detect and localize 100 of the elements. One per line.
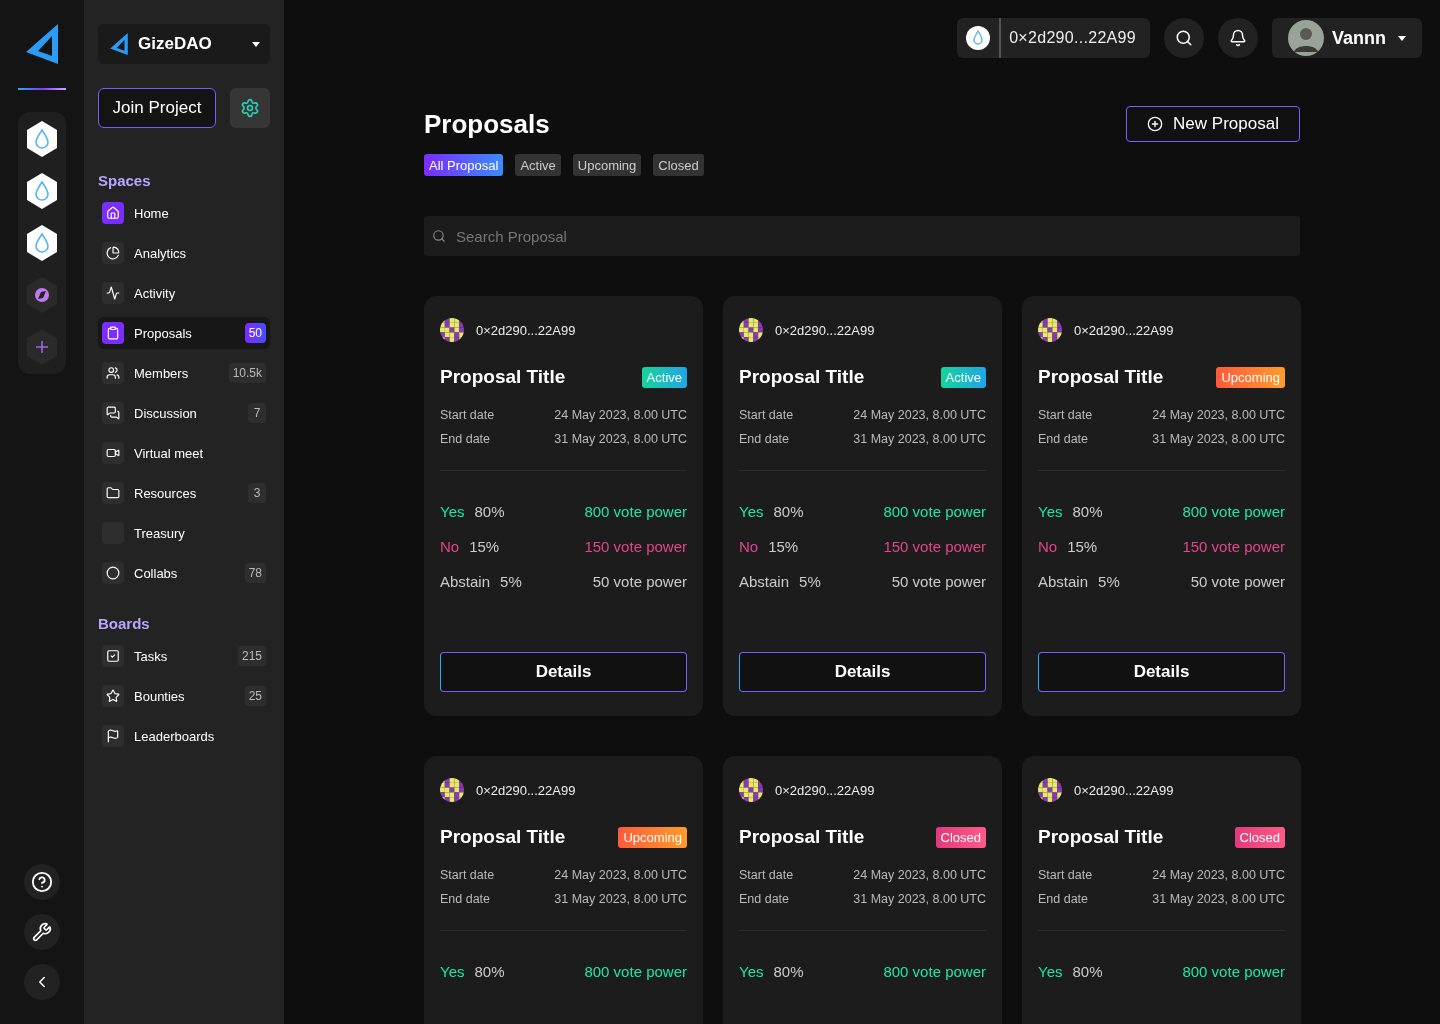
vote-label: No — [440, 538, 460, 555]
sidebar-item-label: Leaderboards — [134, 728, 216, 744]
vote-percent: 80% — [474, 503, 505, 520]
filter-tab[interactable]: Closed — [653, 154, 704, 176]
vote-power: 800 vote power — [584, 963, 687, 980]
join-project-button[interactable]: Join Project — [98, 88, 216, 128]
status-badge: Closed — [1234, 826, 1285, 848]
date-value: 24 May 2023, 8.00 UTC — [554, 408, 687, 422]
bell-icon — [1229, 29, 1247, 47]
vote-percent: 5% — [799, 573, 821, 590]
sidebar-item-label: Treasury — [134, 525, 186, 541]
sidebar-item-label: Discussion — [134, 405, 198, 421]
section-title: Spaces — [98, 172, 152, 189]
drop-space-icon[interactable] — [25, 120, 59, 158]
author-address: 0×2d290...22A99 — [775, 322, 875, 338]
drop-icon — [966, 26, 991, 50]
new-proposal-button[interactable]: New Proposal — [1126, 106, 1300, 142]
date-label: End date — [739, 432, 790, 446]
author-address: 0×2d290...22A99 — [775, 782, 875, 798]
search-icon — [1175, 29, 1193, 47]
status-badge: Active — [641, 366, 687, 388]
help-icon — [31, 871, 53, 893]
sidebar-item-label: Tasks — [134, 648, 169, 664]
date-value: 31 May 2023, 8.00 UTC — [853, 892, 986, 906]
vote-power: 800 vote power — [584, 503, 687, 520]
vote-label: Yes — [739, 963, 764, 980]
search-button[interactable] — [1164, 18, 1204, 58]
filter-tab[interactable]: Active — [515, 154, 561, 176]
proposal-title: Proposal Title — [440, 366, 566, 388]
author-address: 0×2d290...22A99 — [476, 322, 576, 338]
status-badge: Closed — [935, 826, 986, 848]
vote-label: No — [739, 538, 759, 555]
date-label: Start date — [1038, 868, 1093, 882]
vote-label: Yes — [739, 503, 764, 520]
status-badge: Upcoming — [1216, 366, 1285, 388]
sidebar-item-label: Proposals — [134, 325, 193, 341]
proposal-title: Proposal Title — [440, 826, 566, 848]
author-avatar — [1038, 778, 1062, 802]
plus-circle-icon — [1147, 116, 1164, 132]
vote-percent: 5% — [1098, 573, 1120, 590]
proposal-title: Proposal Title — [739, 826, 865, 848]
add-space-icon[interactable] — [25, 328, 59, 366]
filter-tab[interactable]: Upcoming — [572, 154, 642, 176]
author-address: 0×2d290...22A99 — [1074, 322, 1174, 338]
date-value: 24 May 2023, 8.00 UTC — [1152, 868, 1285, 882]
date-value: 31 May 2023, 8.00 UTC — [1152, 432, 1285, 446]
author-address: 0×2d290...22A99 — [1074, 782, 1174, 798]
vote-percent: 80% — [773, 503, 804, 520]
details-button[interactable]: Details — [440, 652, 687, 692]
date-value: 24 May 2023, 8.00 UTC — [554, 868, 687, 882]
wrench-icon — [32, 922, 52, 942]
search-field[interactable]: Search Proposal — [424, 216, 1300, 256]
vote-label: Yes — [440, 503, 465, 520]
settings-icon — [240, 98, 260, 118]
vote-power: 150 vote power — [883, 538, 986, 555]
vote-percent: 5% — [500, 573, 522, 590]
date-label: Start date — [440, 868, 495, 882]
date-value: 31 May 2023, 8.00 UTC — [554, 892, 687, 906]
section-title: Boards — [98, 615, 151, 632]
count-badge: 25 — [244, 686, 266, 706]
sidebar-item-label: Resources — [134, 485, 198, 501]
vote-label: Abstain — [739, 573, 790, 590]
date-label: Start date — [739, 868, 794, 882]
vote-label: Abstain — [1038, 573, 1089, 590]
compass-space-icon[interactable] — [25, 276, 59, 314]
vote-label: Yes — [1038, 963, 1063, 980]
count-badge: 3 — [248, 483, 266, 503]
collapse-button[interactable] — [24, 964, 60, 1000]
vote-label: Abstain — [440, 573, 491, 590]
vote-power: 800 vote power — [883, 503, 986, 520]
vote-power: 50 vote power — [891, 573, 986, 590]
wrench-button[interactable] — [24, 914, 60, 950]
vote-label: Yes — [440, 963, 465, 980]
date-value: 31 May 2023, 8.00 UTC — [554, 432, 687, 446]
date-value: 31 May 2023, 8.00 UTC — [1152, 892, 1285, 906]
drop-space-icon[interactable] — [25, 224, 59, 262]
date-label: End date — [440, 432, 491, 446]
count-badge: 215 — [237, 646, 266, 666]
search-icon — [432, 229, 446, 243]
details-button[interactable]: Details — [1038, 652, 1285, 692]
notifications-button[interactable] — [1218, 18, 1258, 58]
vote-percent: 80% — [773, 963, 804, 980]
author-avatar — [739, 318, 763, 342]
settings-button[interactable] — [230, 88, 270, 128]
date-label: End date — [1038, 892, 1089, 906]
author-avatar — [440, 318, 464, 342]
drop-space-icon[interactable] — [25, 172, 59, 210]
wallet-address-field[interactable]: 0×2d290...22A99 — [957, 18, 1150, 58]
date-value: 24 May 2023, 8.00 UTC — [853, 868, 986, 882]
vote-power: 50 vote power — [592, 573, 687, 590]
filter-tab[interactable]: All Proposal — [424, 154, 504, 176]
sidebar-item-label: Activity — [134, 285, 177, 301]
project-switcher[interactable]: GizeDAO — [98, 24, 270, 64]
author-avatar — [739, 778, 763, 802]
sidebar-item-label: Bounties — [134, 688, 186, 704]
sidebar-item-label: Members — [134, 365, 190, 381]
sidebar-item[interactable]: Proposals 50 — [98, 317, 270, 349]
user-menu-button[interactable]: Vannn — [1272, 18, 1422, 58]
help-button[interactable] — [24, 864, 60, 900]
details-button[interactable]: Details — [739, 652, 986, 692]
